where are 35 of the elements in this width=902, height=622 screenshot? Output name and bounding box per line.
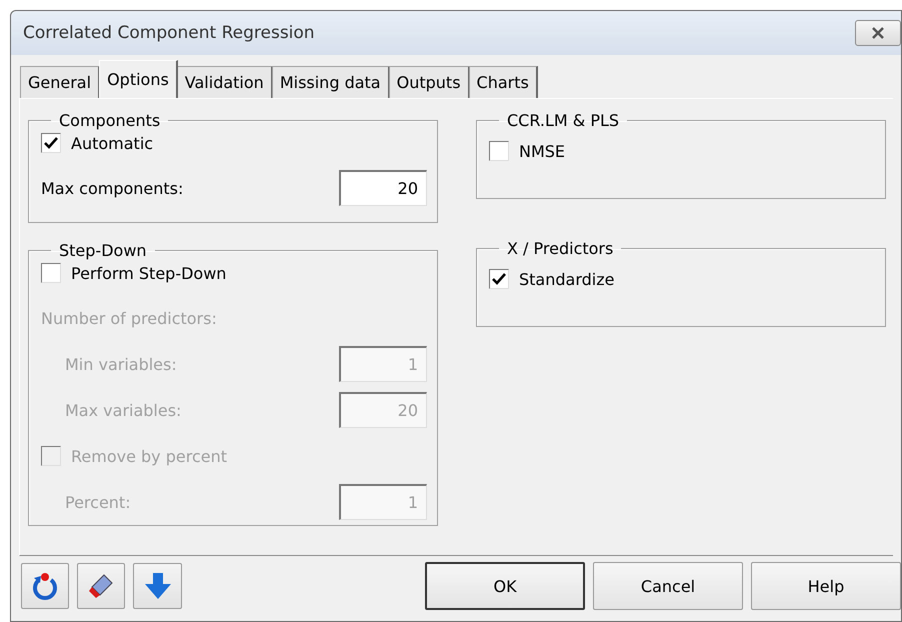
reset-button[interactable]: [21, 563, 70, 609]
dialog-button[interactable]: OK: [425, 562, 586, 610]
close-button[interactable]: [855, 20, 901, 46]
tab[interactable]: General: [20, 66, 100, 98]
dialog-button[interactable]: Help: [751, 562, 901, 610]
window-title: Correlated Component Regression: [23, 23, 316, 43]
field-label: Min variables:: [65, 354, 178, 374]
checkbox-label: Standardize: [519, 270, 614, 288]
checkbox-label: Automatic: [71, 134, 154, 152]
checkbox-label: NMSE: [519, 142, 566, 160]
dialog-button[interactable]: Cancel: [593, 562, 744, 610]
input-field[interactable]: 20: [339, 170, 427, 206]
tab[interactable]: Missing data: [272, 66, 390, 98]
tab[interactable]: Options: [99, 60, 178, 98]
group-title: Components: [58, 111, 162, 130]
download-button[interactable]: [133, 563, 182, 609]
group-title: X / Predictors: [506, 239, 614, 258]
checkbox-label: Remove by percent: [71, 446, 228, 466]
tab[interactable]: Charts: [468, 66, 538, 98]
down-arrow-icon: [142, 571, 173, 601]
checkbox[interactable]: [489, 269, 509, 289]
field-label: Max components:: [41, 178, 184, 198]
section-label: Number of predictors:: [41, 308, 217, 328]
eraser-button[interactable]: [77, 563, 126, 609]
field-label: Percent:: [65, 492, 132, 512]
group-title: Step-Down: [58, 241, 148, 260]
field-label: Max variables:: [65, 400, 182, 420]
group-title: CCR.LM & PLS: [506, 111, 620, 130]
checkbox[interactable]: [41, 133, 61, 153]
close-icon: [869, 26, 887, 40]
checkbox[interactable]: [489, 141, 509, 161]
tab[interactable]: Validation: [176, 66, 273, 98]
checkbox[interactable]: [41, 263, 61, 283]
tab[interactable]: Outputs: [388, 66, 470, 98]
checkbox-label: Perform Step-Down: [71, 264, 226, 282]
